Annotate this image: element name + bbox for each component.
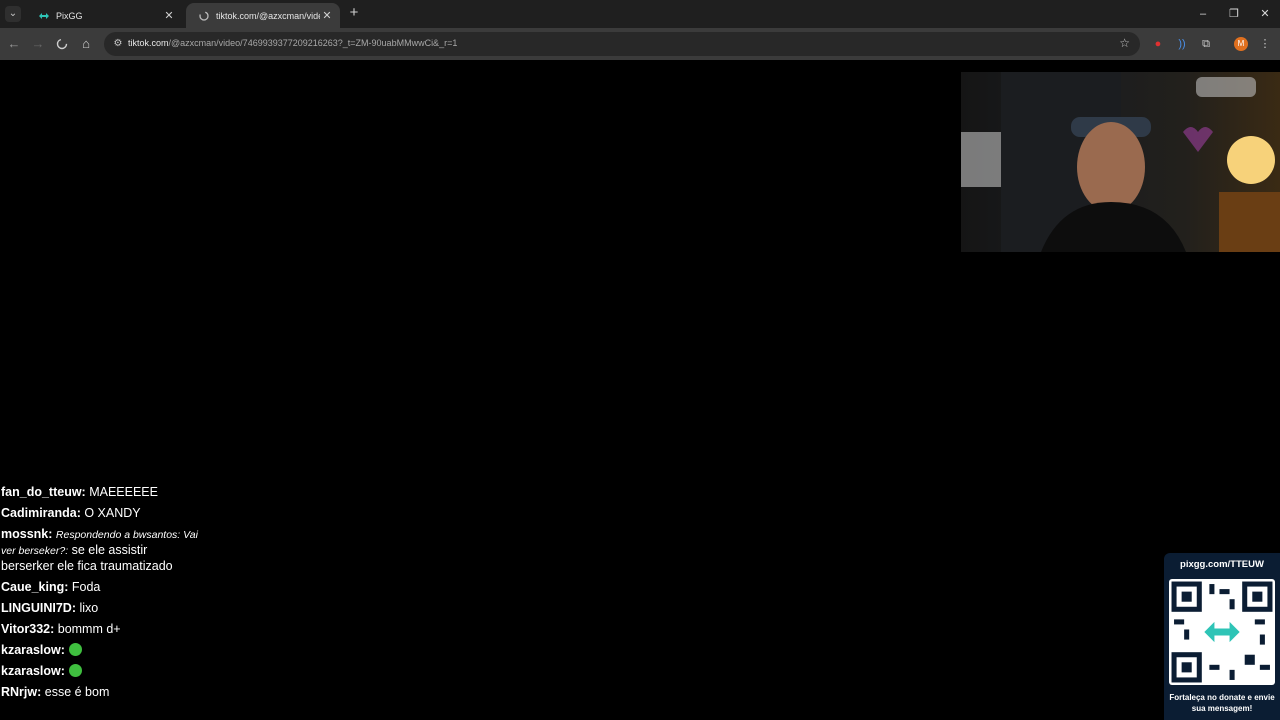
chat-message: kzaraslow:	[1, 664, 201, 679]
close-icon[interactable]: ✕	[320, 9, 334, 22]
close-icon: ✕	[1260, 8, 1270, 20]
pixgg-logo-icon	[38, 10, 50, 22]
minimize-button[interactable]: –	[1193, 4, 1213, 24]
chat-text: Foda	[68, 580, 101, 594]
arrow-right-icon: →	[31, 36, 45, 51]
chat-username: Caue_king:	[1, 580, 69, 594]
chat-message: RNrjw: esse é bom	[1, 685, 201, 700]
forward-button[interactable]: →	[29, 35, 47, 53]
url-host: tiktok.com	[128, 38, 169, 48]
chat-message: LINGUINI7D: lixo	[1, 601, 201, 616]
extensions-puzzle-icon[interactable]: ⧉	[1198, 36, 1214, 52]
pix-donation-panel: pixgg.com/TTEUW Fortaleça no donate e en…	[1164, 553, 1280, 720]
tab-strip: ⌄ PixGG ✕ tiktok.com/@azxcman/video/7469…	[0, 0, 1280, 28]
restore-button[interactable]: ❐	[1224, 4, 1244, 24]
loading-spinner-icon	[56, 38, 68, 50]
chat-username: LINGUINI7D:	[1, 601, 76, 615]
chat-message: mossnk: Respondendo a bwsantos: Vai ver …	[1, 527, 201, 574]
chat-username: fan_do_tteuw:	[1, 485, 86, 499]
chat-message: Cadimiranda: O XANDY	[1, 506, 201, 521]
webcam-feed	[961, 72, 1280, 252]
tab-pixgg[interactable]: PixGG ✕	[26, 3, 182, 28]
back-button[interactable]: ←	[5, 35, 23, 53]
chat-emote-icon	[68, 643, 82, 656]
extension-record-icon[interactable]: ●	[1150, 36, 1166, 52]
chat-message: Vitor332: bommm d+	[1, 622, 201, 637]
restore-icon: ❐	[1229, 8, 1239, 20]
tab-search-button[interactable]: ⌄	[5, 6, 21, 22]
chat-text: O XANDY	[80, 506, 141, 520]
plus-icon: +	[349, 4, 359, 21]
site-info-icon[interactable]: ⚙	[111, 37, 125, 51]
video-stream-area: fan_do_tteuw: MAEEEEEE Cadimiranda: O XA…	[0, 60, 1280, 720]
chat-text: MAEEEEEE	[85, 485, 158, 499]
extension-audio-icon[interactable]: ))	[1174, 36, 1190, 52]
tab-title: PixGG	[56, 10, 83, 21]
chat-overlay: fan_do_tteuw: MAEEEEEE Cadimiranda: O XA…	[1, 485, 201, 706]
chat-username: kzaraslow:	[1, 664, 65, 678]
minimize-icon: –	[1199, 8, 1207, 20]
chat-message: kzaraslow:	[1, 643, 201, 658]
chat-text: lixo	[76, 601, 99, 615]
pix-qr-code	[1169, 579, 1275, 685]
qr-code-icon	[1171, 581, 1273, 683]
donation-message: Fortaleça no donate e envie sua mensagem…	[1169, 693, 1275, 713]
chat-message: Caue_king: Foda	[1, 580, 201, 595]
home-button[interactable]: ⌂	[77, 35, 95, 53]
bookmark-star-icon[interactable]: ☆	[1119, 36, 1130, 50]
tab-title: tiktok.com/@azxcman/video/74699393772092…	[216, 10, 320, 21]
chat-username: kzaraslow:	[1, 643, 65, 657]
new-tab-button[interactable]: +	[346, 5, 362, 21]
chat-username: RNrjw:	[1, 685, 42, 699]
menu-kebab-icon[interactable]: ⋮	[1257, 36, 1273, 52]
tiktok-icon	[198, 10, 210, 22]
chat-text: esse é bom	[41, 685, 110, 699]
arrow-left-icon: ←	[7, 36, 21, 51]
chat-text: bommm d+	[54, 622, 121, 636]
browser-toolbar: ← → ⌂ ⚙ tiktok.com/@azxcman/video/746993…	[0, 28, 1280, 60]
url-text[interactable]: tiktok.com/@azxcman/video/74699393772092…	[128, 38, 457, 48]
webcam-image	[961, 72, 1280, 252]
chat-username: Vitor332:	[1, 622, 55, 636]
reload-button[interactable]	[53, 35, 71, 53]
home-icon: ⌂	[82, 36, 90, 51]
chat-username: mossnk:	[1, 527, 53, 541]
profile-avatar[interactable]: M	[1234, 37, 1248, 51]
url-path: /@azxcman/video/7469939377209216263?_t=Z…	[168, 38, 458, 48]
chevron-down-icon: ⌄	[8, 8, 18, 19]
chat-message: fan_do_tteuw: MAEEEEEE	[1, 485, 201, 500]
window-close-button[interactable]: ✕	[1255, 4, 1275, 24]
donation-url: pixgg.com/TTEUW	[1180, 559, 1264, 570]
chat-emote-icon	[68, 664, 82, 677]
close-icon[interactable]: ✕	[162, 9, 176, 22]
tab-tiktok[interactable]: tiktok.com/@azxcman/video/74699393772092…	[186, 3, 340, 28]
chat-username: Cadimiranda:	[1, 506, 81, 520]
address-bar[interactable]: ⚙ tiktok.com/@azxcman/video/746993937720…	[104, 32, 1140, 56]
